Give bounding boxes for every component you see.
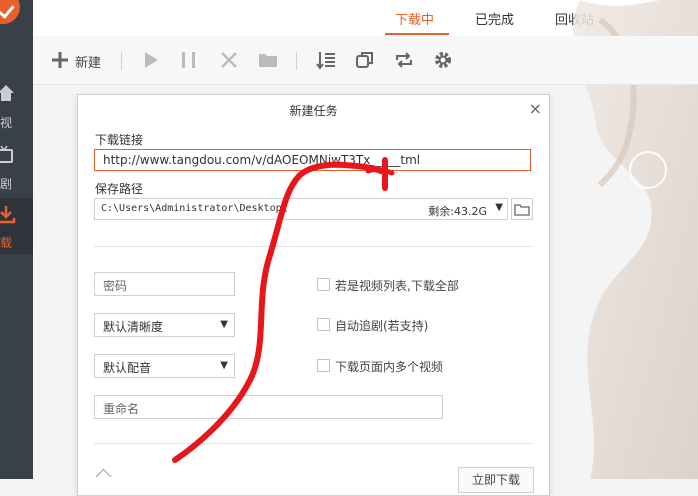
browse-folder-button[interactable] xyxy=(511,198,533,220)
pause-button[interactable] xyxy=(179,50,199,70)
url-input[interactable]: http://www.tangdou.com/v/dAOEOMNjwT3Tx__… xyxy=(94,149,531,171)
sort-button[interactable] xyxy=(316,50,336,70)
save-path-value: C:\Users\Administrator\Desktop\ xyxy=(101,203,288,214)
gear-icon xyxy=(435,52,451,68)
checkbox-label: 自动追剧(若支持) xyxy=(335,319,429,333)
checkbox-box[interactable] xyxy=(317,318,330,331)
tv-icon xyxy=(0,145,13,163)
sidebar-item-label: 剧 xyxy=(0,177,13,191)
sidebar-item-download[interactable]: 载 xyxy=(0,198,33,254)
settings-button[interactable] xyxy=(433,50,453,70)
app-logo xyxy=(0,0,20,24)
rename-input[interactable]: 重命名 xyxy=(94,395,443,419)
save-path-label: 保存路径 xyxy=(95,182,144,196)
new-task-dialog: 新建任务 × 下载链接 http://www.tangdou.com/v/dAO… xyxy=(77,94,550,496)
checkbox-box[interactable] xyxy=(317,359,330,372)
chevron-down-icon: ▼ xyxy=(220,360,228,371)
pause-icon xyxy=(182,52,195,68)
home-icon xyxy=(0,85,14,101)
close-icon xyxy=(221,52,237,68)
chevron-down-icon: ▼ xyxy=(495,202,503,213)
download-now-button[interactable]: 立即下载 xyxy=(458,467,534,493)
new-task-button[interactable] xyxy=(50,50,70,70)
start-button[interactable] xyxy=(141,50,161,70)
copy-button[interactable] xyxy=(355,50,375,70)
chevron-down-icon: ▼ xyxy=(220,319,228,330)
tab-completed[interactable]: 已完成 xyxy=(475,9,514,28)
list-sort-icon xyxy=(316,52,335,70)
toolbar-divider xyxy=(121,52,122,70)
section-divider xyxy=(94,246,533,247)
toolbar-divider xyxy=(296,52,297,70)
checkbox-label: 下载页面内多个视频 xyxy=(335,360,444,374)
free-space-text: 剩余:43.2G xyxy=(428,205,487,218)
loop-icon xyxy=(396,52,412,68)
checkbox-label: 若是视频列表,下载全部 xyxy=(335,279,459,293)
save-path-select[interactable]: C:\Users\Administrator\Desktop\ 剩余:43.2G… xyxy=(94,198,508,220)
checkbox-box[interactable] xyxy=(317,278,330,291)
toolbar: 新建 xyxy=(33,36,698,85)
sidebar-item-drama[interactable]: 剧 xyxy=(0,140,33,192)
collapse-arrow-icon[interactable] xyxy=(95,468,112,485)
close-icon[interactable]: × xyxy=(529,99,542,118)
delete-button[interactable] xyxy=(219,50,239,70)
folder-icon xyxy=(259,54,277,67)
url-label: 下载链接 xyxy=(95,133,144,147)
audio-select[interactable]: 默认配音 ▼ xyxy=(94,354,235,378)
left-sidebar: 视 剧 载 xyxy=(0,0,33,479)
refresh-button[interactable] xyxy=(394,50,414,70)
open-folder-button[interactable] xyxy=(257,50,279,70)
active-tab-indicator xyxy=(385,33,449,35)
audio-select-value: 默认配音 xyxy=(103,361,152,375)
dialog-title: 新建任务 xyxy=(289,104,338,118)
quality-select-value: 默认清晰度 xyxy=(103,320,164,334)
password-input[interactable]: 密码 xyxy=(94,272,235,296)
sidebar-item-video[interactable]: 视 xyxy=(0,80,33,132)
copy-icon xyxy=(356,52,373,68)
folder-icon xyxy=(514,204,530,216)
section-divider xyxy=(94,443,533,444)
sidebar-item-label: 载 xyxy=(0,236,13,250)
play-icon xyxy=(145,52,158,68)
quality-select[interactable]: 默认清晰度 ▼ xyxy=(94,313,235,337)
new-task-label[interactable]: 新建 xyxy=(75,52,101,71)
download-icon xyxy=(0,206,16,224)
plus-icon xyxy=(52,52,68,68)
tab-downloading[interactable]: 下载中 xyxy=(395,9,434,28)
sidebar-item-label: 视 xyxy=(0,116,13,130)
